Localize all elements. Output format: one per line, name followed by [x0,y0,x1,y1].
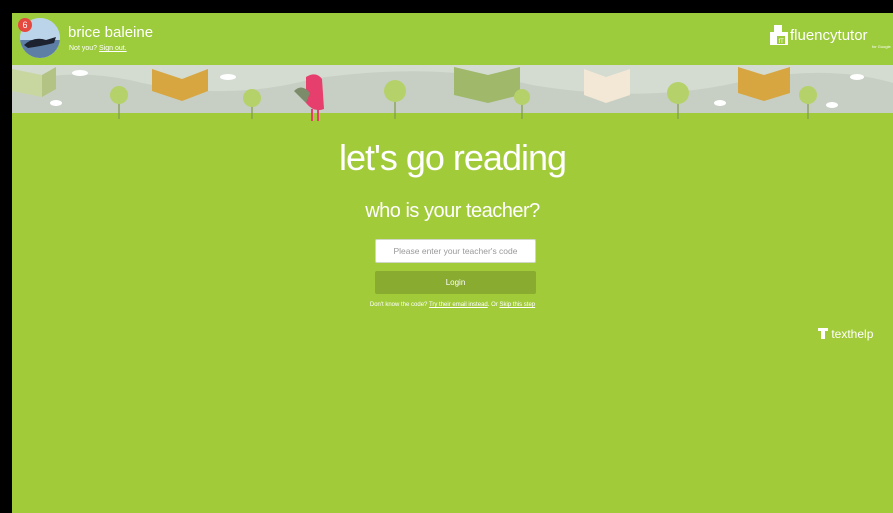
teacher-code-input[interactable] [375,239,536,263]
user-name: brice baleine [68,24,154,41]
texthelp-icon [818,328,828,339]
fluencytutor-logo-icon: fT [770,25,788,45]
try-email-link[interactable]: Try their email instead [429,302,488,308]
login-button[interactable]: Login [375,271,536,294]
decorative-banner [12,65,893,121]
texthelp-label: texthelp [831,327,874,341]
sign-out-link[interactable]: Sign out. [99,45,127,52]
help-prefix: Don't know the code? [369,302,428,308]
app-window: 6 brice baleine Not you? Sign out. fT fl… [12,13,893,513]
skip-step-link[interactable]: Skip this step [499,302,535,308]
texthelp-logo: texthelp [818,327,873,341]
help-line: Don't know the code? Try their email ins… [369,302,536,308]
notification-badge: 6 [18,18,32,32]
top-bar: 6 brice baleine Not you? Sign out. fT fl… [12,13,893,65]
brand-name: fluencytutor [790,27,868,44]
page-title: let's go reading [338,137,567,178]
not-you-line: Not you? Sign out. [69,45,127,52]
not-you-text: Not you? [69,45,98,52]
help-or: Or [491,302,498,308]
page-subtitle: who is your teacher? [365,200,540,222]
svg-text:fT: fT [779,39,785,45]
brand-sub: for Google [872,44,891,49]
